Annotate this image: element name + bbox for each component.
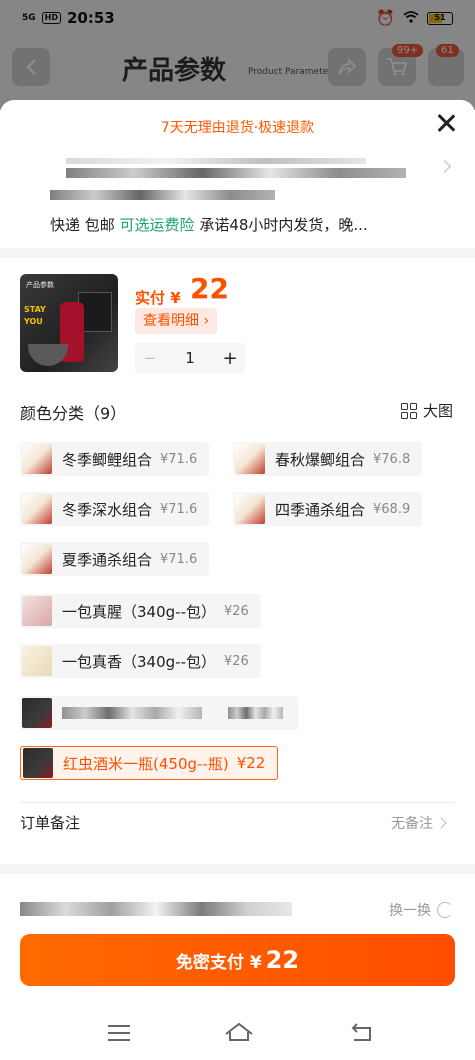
option-thumbnail	[235, 444, 265, 474]
category-title: 颜色分类（9）	[20, 404, 127, 423]
order-note-row[interactable]: 订单备注 无备注	[20, 802, 455, 842]
option-thumbnail	[22, 646, 52, 676]
shipping-info: 快递 包邮 可选运费险 承诺48小时内发货，晚...	[50, 216, 368, 234]
divider	[0, 248, 475, 258]
option-2[interactable]: 冬季深水组合 ¥71.6	[20, 492, 210, 526]
option-thumbnail	[22, 544, 52, 574]
pay-button[interactable]: 免密支付 ¥22	[20, 934, 455, 986]
address-line-1[interactable]	[66, 168, 406, 178]
grid-icon	[400, 402, 417, 419]
divider	[0, 864, 475, 874]
system-nav-bar	[0, 1018, 475, 1048]
chevron-right-icon	[435, 817, 447, 829]
pay-label: 实付 ¥	[135, 289, 181, 307]
pay-amount: 22	[190, 272, 229, 305]
refresh-icon	[437, 902, 453, 918]
option-6[interactable]: 一包真香（340g--包） ¥26	[20, 644, 261, 678]
product-image[interactable]: 产品参数 STAY YOU	[20, 274, 118, 372]
promo-banner: 7天无理由退货·极速退款	[160, 120, 315, 136]
option-0[interactable]: 冬季鲫鲤组合 ¥71.6	[20, 442, 210, 476]
address-line-2	[50, 190, 275, 200]
address-line-1b	[66, 158, 366, 164]
shipping-insurance-link[interactable]: 可选运费险	[120, 216, 195, 234]
dim-overlay[interactable]	[0, 0, 475, 110]
option-thumbnail	[22, 698, 52, 728]
option-5[interactable]: 一包真腥（340g--包） ¥26	[20, 594, 261, 628]
back-icon[interactable]	[350, 1022, 374, 1044]
option-1[interactable]: 春秋爆鲫组合 ¥76.8	[233, 442, 423, 476]
quantity-stepper: − 1 +	[135, 343, 245, 373]
payment-account-obscured	[20, 902, 292, 916]
view-details-button[interactable]: 查看明细 ›	[135, 308, 218, 334]
decrease-button[interactable]: −	[135, 349, 165, 367]
purchase-sheet: 7天无理由退货·极速退款 快递 包邮 可选运费险 承诺48小时内发货，晚... …	[0, 100, 475, 1060]
home-icon[interactable]	[224, 1022, 254, 1042]
option-thumbnail	[235, 494, 265, 524]
order-note-label: 订单备注	[20, 814, 81, 832]
option-8-selected[interactable]: 红虫酒米一瓶(450g--瓶) ¥22	[20, 746, 279, 780]
option-label-obscured	[62, 707, 202, 719]
recent-apps-icon[interactable]	[108, 1025, 130, 1041]
option-thumbnail	[22, 494, 52, 524]
option-4[interactable]: 夏季通杀组合 ¥71.6	[20, 542, 210, 576]
quantity-value[interactable]: 1	[165, 349, 215, 367]
order-note-value: 无备注	[391, 815, 433, 832]
switch-account-button[interactable]: 换一换	[389, 900, 453, 920]
option-7[interactable]	[20, 696, 298, 730]
increase-button[interactable]: +	[215, 348, 245, 369]
option-3[interactable]: 四季通杀组合 ¥68.9	[233, 492, 423, 526]
option-thumbnail	[23, 748, 53, 778]
big-image-toggle[interactable]: 大图	[400, 400, 453, 421]
background-page: 5G HD 20:53 ⏰ 51 产品参数 Product Parameters…	[0, 0, 475, 112]
option-thumbnail	[22, 444, 52, 474]
option-thumbnail	[22, 596, 52, 626]
address-chevron-icon[interactable]	[438, 160, 451, 173]
close-icon[interactable]	[435, 112, 457, 134]
